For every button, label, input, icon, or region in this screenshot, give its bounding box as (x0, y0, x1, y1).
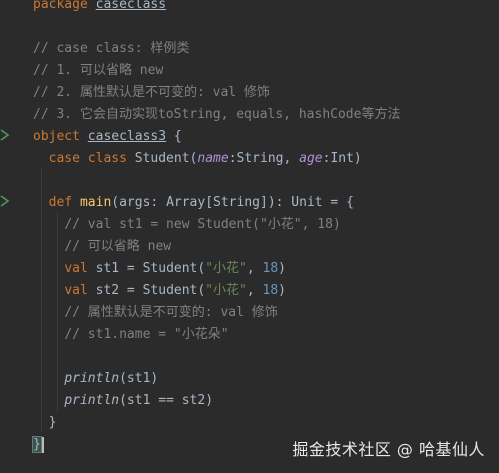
code-line[interactable]: def main(args: Array[String]): Unit = { (33, 192, 354, 214)
code-token: } (33, 415, 57, 430)
code-token: def (48, 195, 80, 210)
code-line[interactable]: // 1. 可以省略 new (33, 60, 163, 82)
code-token: { (166, 129, 182, 144)
code-line[interactable]: // 3. 它会自动实现toString, equals, hashCode等方… (33, 104, 400, 126)
code-token: // st1.name = "小花朵" (64, 327, 229, 342)
code-token: Student( (134, 151, 198, 166)
code-line[interactable]: package caseclass (33, 0, 166, 16)
code-token: age (299, 151, 323, 166)
code-token: // 2. 属性默认是不可变的: val 修饰 (33, 85, 270, 100)
code-line[interactable]: val st1 = Student("小花", 18) (33, 258, 286, 280)
code-editor[interactable]: package caseclass // case class: 样例类 // 1.… (0, 0, 499, 473)
code-token: ) (278, 261, 286, 276)
code-token: main (79, 195, 112, 210)
code-token: caseclass3 (87, 129, 167, 144)
code-line[interactable]: // 2. 属性默认是不可变的: val 修饰 (33, 82, 270, 104)
code-line[interactable]: } (32, 434, 44, 456)
code-token: // case class: 样例类 (33, 41, 190, 56)
code-token: case class (48, 151, 135, 166)
code-line[interactable]: println(st1 == st2) (33, 390, 213, 412)
code-line[interactable]: } (33, 412, 57, 434)
code-token: package (33, 0, 96, 12)
code-line[interactable]: val st2 = Student("小花", 18) (33, 280, 286, 302)
code-line[interactable]: // 可以省略 new (33, 236, 171, 258)
code-token: val (64, 283, 96, 298)
watermark: 掘金技术社区 @ 哈基仙人 (292, 440, 485, 459)
editor-gutter (0, 0, 22, 473)
code-token: 18 (262, 261, 279, 276)
code-line[interactable]: // case class: 样例类 (33, 38, 189, 60)
code-token: (st1) (119, 371, 159, 386)
code-line[interactable]: println(st1) (33, 368, 158, 390)
code-token: , (246, 283, 263, 298)
code-line[interactable]: // 属性默认是不可变的: val 修饰 (33, 302, 278, 324)
code-token: println (64, 393, 120, 408)
code-token: 18 (262, 283, 279, 298)
run-gutter-icon[interactable] (0, 195, 10, 207)
code-line[interactable]: // val st1 = new Student("小花", 18) (33, 214, 341, 236)
code-token: // 3. 它会自动实现toString, equals, hashCode等方… (33, 107, 401, 122)
code-token: "小花" (205, 261, 247, 276)
code-token: // 属性默认是不可变的: val 修饰 (64, 305, 278, 320)
code-token: (args: Array[String]): Unit = { (111, 195, 354, 210)
run-gutter-icon[interactable] (0, 129, 10, 141)
code-token: :String, (228, 151, 300, 166)
code-token: , (246, 261, 263, 276)
code-token: object (33, 129, 88, 144)
code-line[interactable]: case class Student(name:String, age:Int) (33, 148, 362, 170)
code-token: name (197, 151, 229, 166)
code-token: st2 = Student( (95, 283, 206, 298)
code-line[interactable]: // st1.name = "小花朵" (33, 324, 229, 346)
code-token: st1 = Student( (95, 261, 206, 276)
code-token: val (64, 261, 96, 276)
code-token: // 1. 可以省略 new (33, 63, 164, 78)
code-token: } (32, 436, 42, 453)
text-caret (41, 436, 44, 453)
code-token: caseclass (95, 0, 167, 12)
code-token: println (64, 371, 120, 386)
code-token: "小花" (205, 283, 247, 298)
code-token: // 可以省略 new (64, 239, 172, 254)
code-token: (st1 == st2) (119, 393, 214, 408)
code-token: :Int) (322, 151, 362, 166)
code-token: ) (278, 283, 286, 298)
code-token: // val st1 = new Student("小花", 18) (64, 217, 341, 232)
code-line[interactable]: object caseclass3 { (33, 126, 182, 148)
